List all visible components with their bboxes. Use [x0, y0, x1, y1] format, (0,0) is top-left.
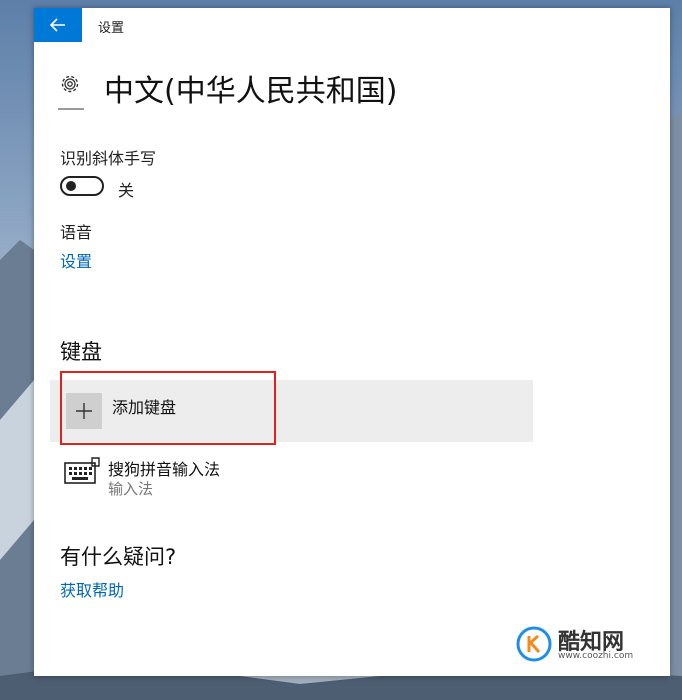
- handwriting-toggle[interactable]: [60, 176, 104, 196]
- page-title: 中文(中华人民共和国): [104, 74, 398, 109]
- speech-settings-link[interactable]: 设置: [60, 248, 92, 272]
- keyboard-name: 搜狗拼音输入法: [108, 460, 221, 479]
- watermark-url: www.coozhi.com: [558, 651, 634, 661]
- title-bar: 设置: [34, 8, 670, 42]
- speech-label: 语音: [60, 223, 93, 242]
- plus-icon: [66, 393, 102, 429]
- header-underline: [58, 108, 84, 110]
- back-button[interactable]: [34, 8, 82, 42]
- keyboard-section-title: 键盘: [60, 340, 102, 364]
- add-keyboard-label: 添加键盘: [112, 398, 177, 417]
- watermark: 酷知网 www.coozhi.com: [516, 622, 666, 668]
- gear-icon: [58, 72, 82, 96]
- keyboard-type: 输入法: [108, 480, 154, 498]
- watermark-logo-icon: [516, 626, 552, 662]
- keyboard-list-item[interactable]: 搜狗拼音输入法 输入法: [60, 453, 460, 503]
- toggle-state-label: 关: [118, 181, 135, 200]
- add-keyboard-button[interactable]: 添加键盘: [50, 380, 533, 442]
- arrow-left-icon: [50, 18, 65, 32]
- help-title: 有什么疑问?: [60, 545, 177, 569]
- toggle-knob: [66, 181, 76, 191]
- handwriting-label: 识别斜体手写: [60, 149, 157, 168]
- keyboard-icon: [64, 457, 100, 484]
- window-title: 设置: [98, 21, 125, 36]
- settings-window: 设置 中文(中华人民共和国) 识别斜体手写 关 语音 设置 键盘 添加键盘 搜狗…: [34, 8, 670, 676]
- get-help-link[interactable]: 获取帮助: [60, 577, 124, 601]
